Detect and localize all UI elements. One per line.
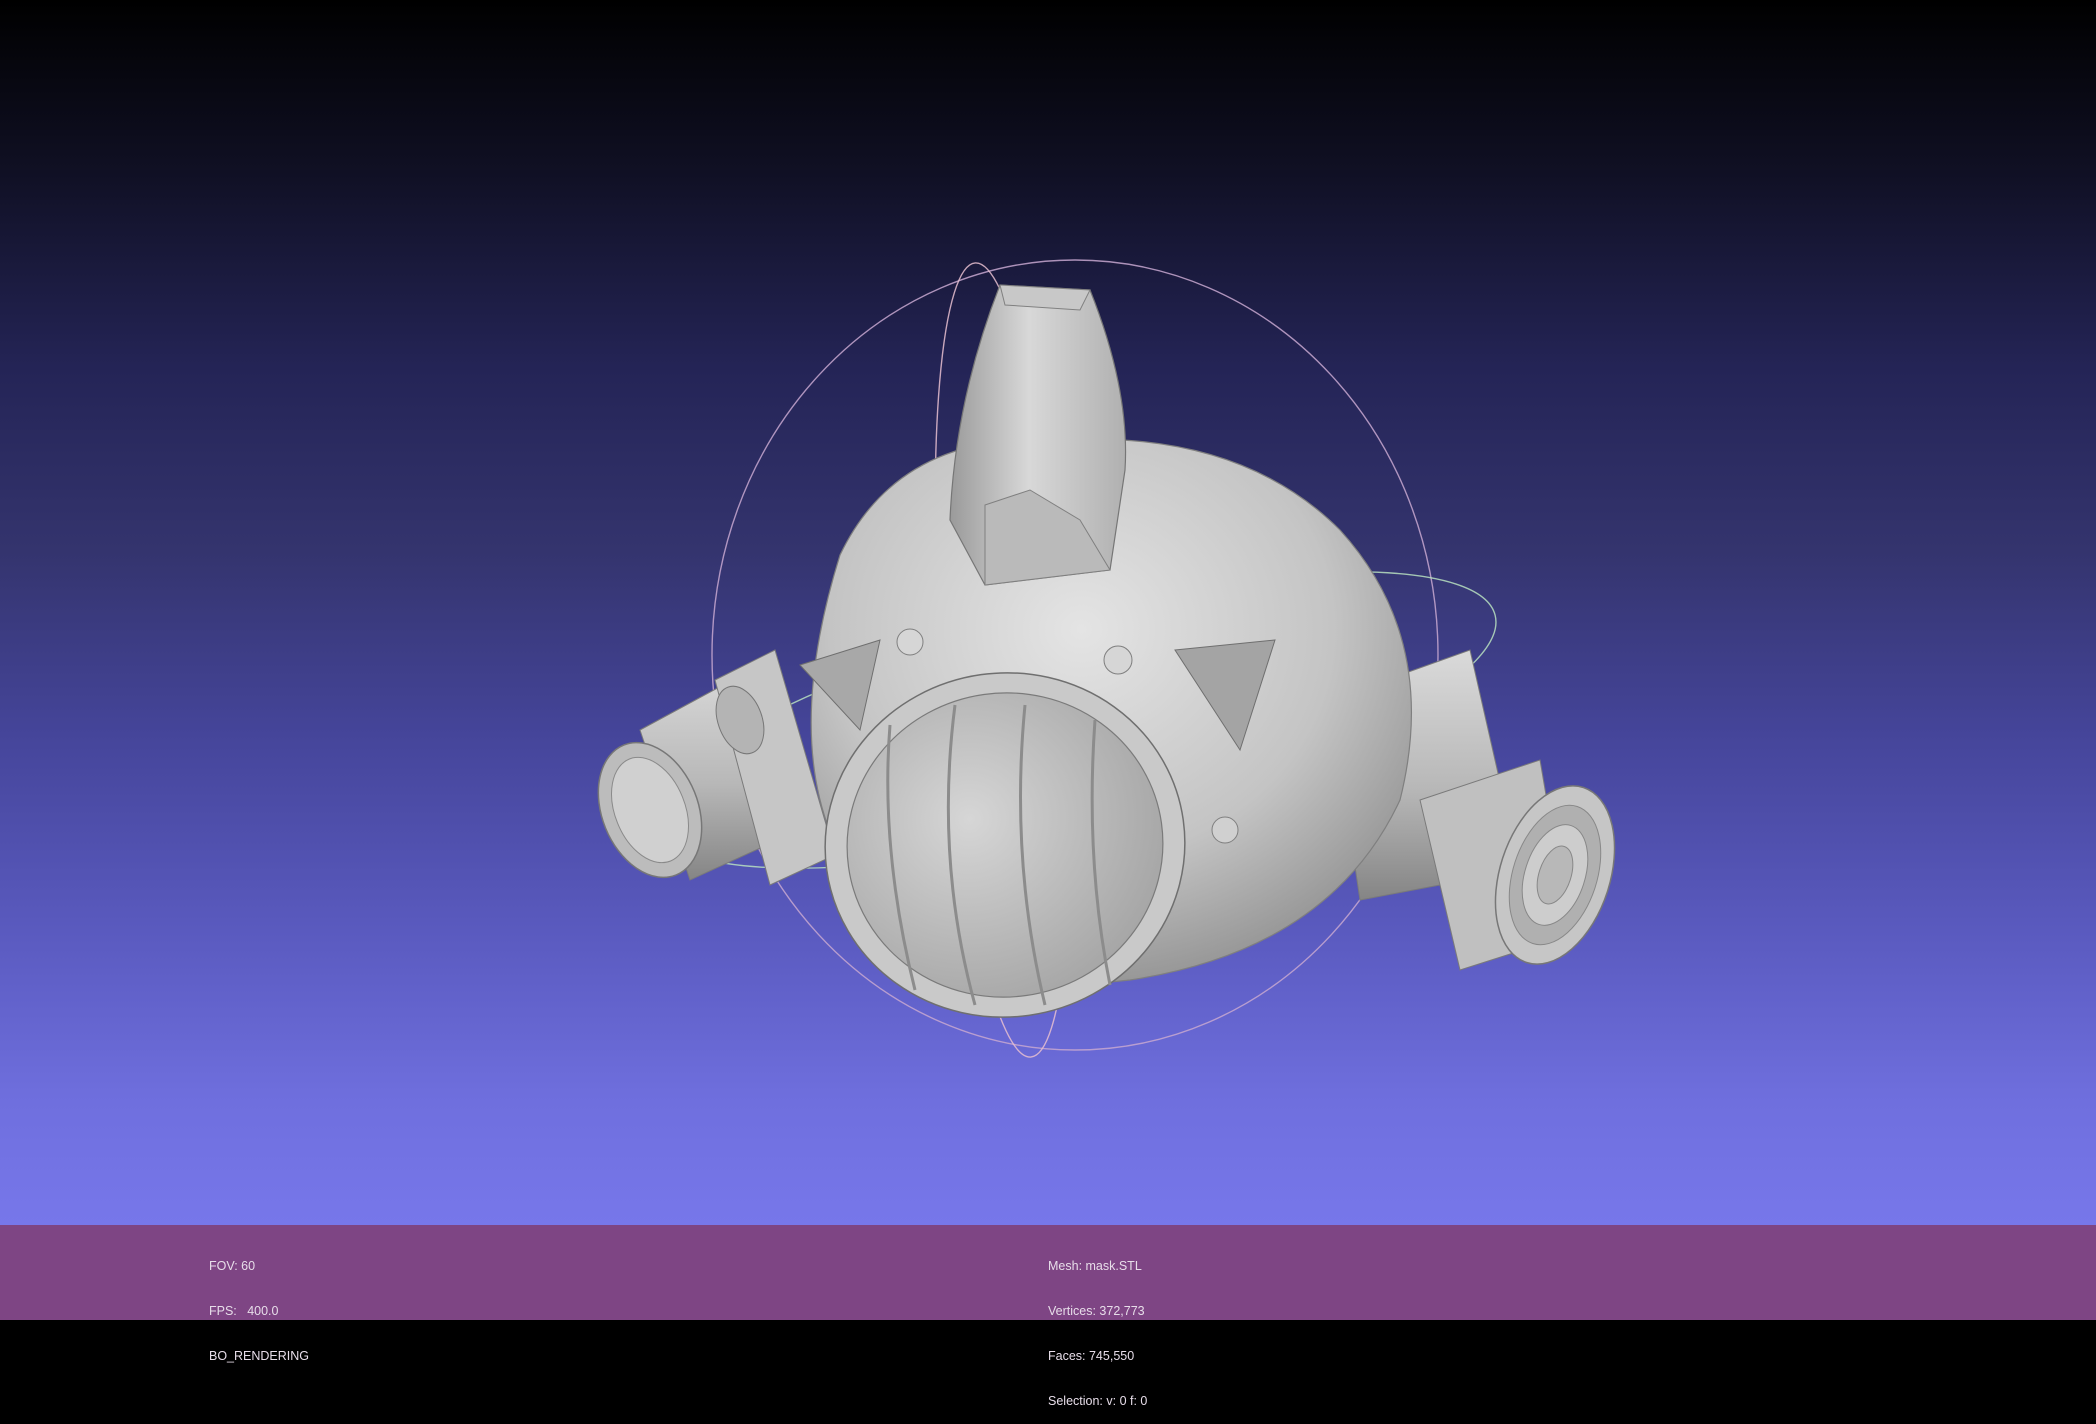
face-count: Faces: 745,550 xyxy=(1048,1349,1135,1363)
3d-viewport[interactable] xyxy=(0,0,2096,1225)
fps-readout: FPS: 400.0 xyxy=(209,1304,279,1318)
nose-ridge xyxy=(949,284,1127,586)
render-mode-readout: BO_RENDERING xyxy=(209,1349,310,1363)
mesh-name: Mesh: mask.STL xyxy=(1048,1259,1142,1273)
mesh-render[interactable] xyxy=(0,0,2096,1225)
left-filter xyxy=(597,649,836,886)
selection-info: Selection: v: 0 f: 0 xyxy=(1048,1394,1148,1408)
render-info: FOV: 60 FPS: 400.0 BO_RENDERING xyxy=(209,1229,309,1379)
mesh-info: Mesh: mask.STL Vertices: 372,773 Faces: … xyxy=(1048,1229,1147,1424)
vertex-count: Vertices: 372,773 xyxy=(1048,1304,1145,1318)
fov-readout: FOV: 60 xyxy=(209,1259,256,1273)
